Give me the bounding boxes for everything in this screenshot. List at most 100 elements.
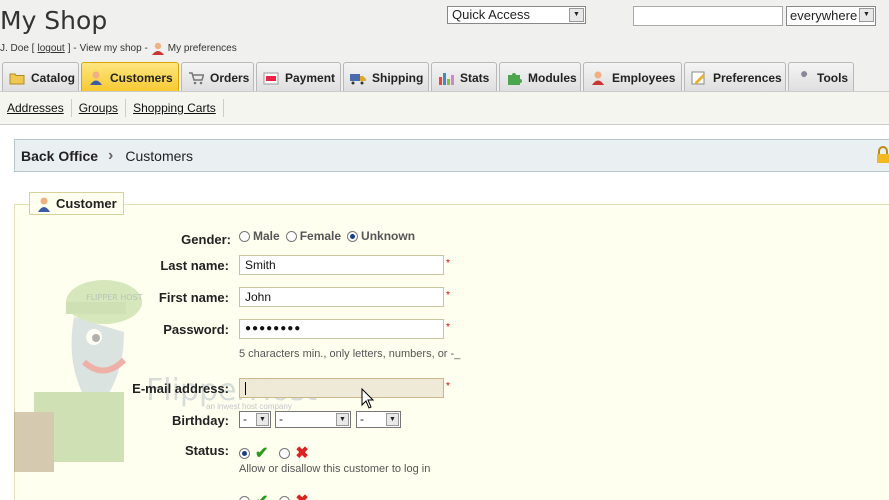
status-disabled-radio[interactable] bbox=[279, 447, 291, 459]
watermark-tagline: an inwest host company bbox=[206, 402, 292, 411]
tab-tools[interactable]: Tools bbox=[788, 62, 854, 92]
user-sep: ] - bbox=[67, 43, 77, 54]
gender-unknown-label[interactable]: Unknown bbox=[361, 229, 415, 243]
customer-icon bbox=[88, 71, 104, 85]
tab-label: Preferences bbox=[713, 70, 782, 85]
wrench-icon bbox=[795, 70, 811, 85]
birthday-day-select[interactable]: - ▼ bbox=[239, 411, 271, 428]
logout-link[interactable]: logout bbox=[37, 43, 64, 54]
next-row-options: ✔ ✖ bbox=[239, 491, 309, 500]
tab-employees[interactable]: Employees bbox=[583, 62, 682, 92]
folder-icon bbox=[9, 71, 25, 85]
birthday-year-select[interactable]: - ▼ bbox=[356, 411, 401, 428]
breadcrumb-current: Customers bbox=[125, 147, 194, 164]
chevron-down-icon[interactable]: ▼ bbox=[859, 8, 874, 22]
chevron-down-icon[interactable]: ▼ bbox=[569, 8, 584, 22]
email-label: E-mail address: bbox=[132, 381, 229, 396]
truck-icon bbox=[350, 71, 366, 85]
subnav-shopping-carts[interactable]: Shopping Carts bbox=[126, 99, 224, 117]
chart-icon bbox=[438, 71, 454, 85]
sub-navigation: Addresses Groups Shopping Carts bbox=[0, 91, 889, 125]
search-scope-select[interactable]: everywhere ▼ bbox=[786, 6, 876, 26]
tab-orders[interactable]: Orders bbox=[181, 62, 254, 92]
text-caret bbox=[245, 382, 246, 395]
tab-stats[interactable]: Stats bbox=[431, 62, 497, 92]
user-name: J. Doe [ bbox=[0, 43, 35, 54]
tab-label: Orders bbox=[210, 70, 250, 85]
next-row-radio-2[interactable] bbox=[279, 495, 291, 500]
cross-icon: ✖ bbox=[295, 491, 308, 500]
chevron-down-icon[interactable]: ▼ bbox=[336, 413, 349, 426]
gender-options: Male Female Unknown bbox=[239, 229, 418, 243]
tab-label: Stats bbox=[460, 70, 490, 85]
birthday-label: Birthday: bbox=[171, 413, 229, 428]
shop-title: My Shop bbox=[0, 6, 108, 35]
header: My Shop J. Doe [ logout ] - View my shop… bbox=[0, 0, 889, 60]
main-tabs: Catalog Customers Orders Payment Shippin… bbox=[0, 60, 889, 92]
birthday-year-value: - bbox=[360, 412, 364, 426]
cart-icon bbox=[188, 71, 205, 85]
check-icon: ✔ bbox=[255, 491, 268, 500]
tab-label: Payment bbox=[285, 70, 336, 85]
tab-payment[interactable]: Payment bbox=[256, 62, 341, 92]
tab-shipping[interactable]: Shipping bbox=[343, 62, 429, 92]
customer-icon bbox=[36, 196, 52, 212]
email-field[interactable] bbox=[239, 378, 444, 398]
required-mark: * bbox=[446, 290, 450, 301]
check-icon: ✔ bbox=[255, 445, 269, 462]
quick-access-value: Quick Access bbox=[452, 7, 531, 22]
subnav-groups[interactable]: Groups bbox=[72, 99, 127, 117]
view-shop-link[interactable]: View my shop - bbox=[80, 43, 148, 54]
password-field[interactable]: ●●●●●●●● bbox=[239, 319, 444, 339]
tab-preferences[interactable]: Preferences bbox=[684, 62, 786, 92]
status-enabled-radio[interactable] bbox=[239, 447, 250, 459]
user-line: J. Doe [ logout ] - View my shop - My pr… bbox=[0, 42, 237, 55]
password-label: Password: bbox=[163, 322, 229, 337]
tab-label: Customers bbox=[110, 70, 173, 85]
preferences-icon bbox=[691, 71, 707, 85]
tab-catalog[interactable]: Catalog bbox=[2, 62, 79, 92]
gender-female-label[interactable]: Female bbox=[300, 229, 341, 243]
breadcrumb-root[interactable]: Back Office bbox=[21, 148, 98, 164]
subnav-addresses[interactable]: Addresses bbox=[0, 99, 72, 117]
tab-label: Shipping bbox=[372, 70, 424, 85]
password-hint: 5 characters min., only letters, numbers… bbox=[239, 348, 461, 360]
lastname-field[interactable]: Smith bbox=[239, 255, 444, 275]
search-input[interactable] bbox=[633, 6, 783, 26]
tab-customers[interactable]: Customers bbox=[81, 62, 179, 92]
gender-label: Gender: bbox=[181, 232, 231, 247]
gender-unknown-radio[interactable] bbox=[347, 230, 359, 242]
firstname-label: First name: bbox=[158, 290, 229, 305]
chevron-down-icon[interactable]: ▼ bbox=[386, 413, 399, 426]
birthday-month-select[interactable]: - ▼ bbox=[275, 411, 351, 428]
birthday-day-value: - bbox=[243, 412, 247, 426]
gender-female-radio[interactable] bbox=[285, 230, 297, 242]
tab-label: Catalog bbox=[31, 70, 76, 85]
chevron-down-icon[interactable]: ▼ bbox=[256, 413, 269, 426]
fieldset-legend: Customer bbox=[29, 192, 124, 215]
status-options: ✔ ✖ bbox=[239, 443, 309, 463]
required-mark: * bbox=[446, 258, 450, 269]
firstname-field[interactable]: John bbox=[239, 287, 444, 307]
cross-icon: ✖ bbox=[295, 445, 309, 462]
quick-access-select[interactable]: Quick Access ▼ bbox=[447, 6, 586, 24]
user-icon bbox=[151, 42, 165, 55]
gender-male-radio[interactable] bbox=[239, 230, 250, 242]
tab-label: Employees bbox=[612, 70, 676, 85]
mouse-cursor-icon bbox=[361, 388, 375, 409]
puzzle-icon bbox=[506, 71, 522, 85]
gender-male-label[interactable]: Male bbox=[253, 229, 280, 243]
legend-label: Customer bbox=[56, 196, 117, 211]
employee-icon bbox=[590, 71, 606, 85]
my-preferences-link[interactable]: My preferences bbox=[168, 43, 237, 54]
tab-label: Modules bbox=[528, 70, 577, 85]
search-scope-value: everywhere bbox=[790, 8, 858, 23]
tab-modules[interactable]: Modules bbox=[499, 62, 581, 92]
tab-label: Tools bbox=[817, 70, 849, 85]
birthday-month-value: - bbox=[279, 412, 283, 426]
status-hint: Allow or disallow this customer to log i… bbox=[239, 463, 431, 475]
chevron-right-icon: › bbox=[108, 146, 114, 164]
payment-icon bbox=[263, 71, 279, 85]
status-label: Status: bbox=[184, 443, 229, 458]
next-row-radio[interactable] bbox=[239, 495, 250, 500]
